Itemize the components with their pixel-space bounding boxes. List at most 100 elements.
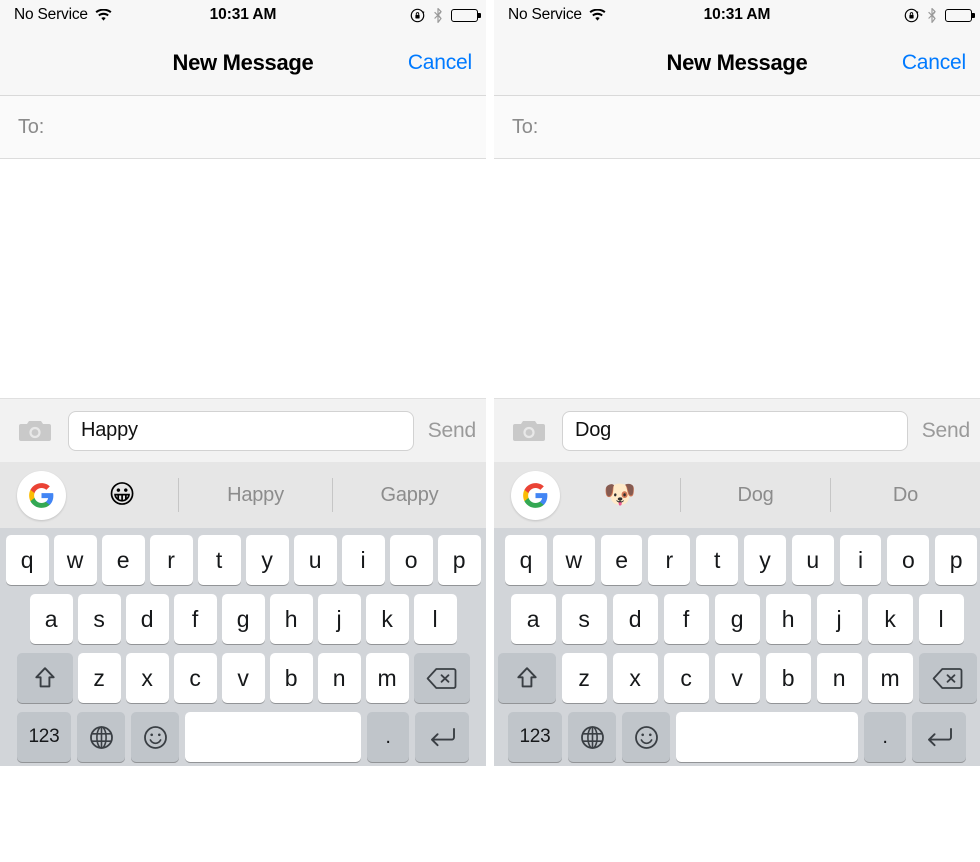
message-input-field[interactable]: Happy (68, 410, 414, 451)
key-n[interactable]: n (317, 653, 361, 703)
key-m[interactable]: m (365, 653, 409, 703)
key-b[interactable]: b (269, 653, 313, 703)
key-o[interactable]: o (887, 535, 930, 585)
key-z[interactable]: z (561, 653, 607, 703)
period-key[interactable]: . (864, 712, 906, 762)
space-key[interactable] (676, 712, 858, 762)
space-key[interactable] (185, 712, 361, 762)
key-t[interactable]: t (197, 535, 241, 585)
key-b[interactable]: b (765, 653, 811, 703)
numeric-key[interactable]: 123 (17, 712, 71, 762)
key-j[interactable]: j (816, 594, 862, 644)
backspace-key[interactable] (918, 653, 977, 703)
key-d[interactable]: d (125, 594, 169, 644)
send-button[interactable]: Send (428, 419, 476, 443)
bluetooth-icon (433, 7, 443, 23)
key-x[interactable]: x (125, 653, 169, 703)
key-w[interactable]: w (552, 535, 595, 585)
return-key[interactable] (415, 712, 469, 762)
key-j[interactable]: j (317, 594, 361, 644)
message-input-value: Dog (575, 419, 612, 441)
return-icon (927, 727, 952, 746)
emoji-smiley-icon (143, 725, 167, 749)
key-z[interactable]: z (77, 653, 121, 703)
key-t[interactable]: t (696, 535, 738, 585)
key-a[interactable]: a (510, 594, 556, 644)
suggestion-word-1[interactable]: Dog (681, 484, 830, 507)
key-r[interactable]: r (648, 535, 691, 585)
suggestion-word-2[interactable]: Gappy (333, 484, 486, 507)
key-g[interactable]: g (221, 594, 265, 644)
key-m[interactable]: m (867, 653, 913, 703)
status-bar-right (410, 7, 481, 23)
key-l[interactable]: l (413, 594, 457, 644)
keyboard-row-4: 123 . (494, 712, 980, 762)
key-c[interactable]: c (663, 653, 709, 703)
keyboard-row-1: q w e r t y u i o p (494, 535, 980, 585)
numeric-key[interactable]: 123 (508, 712, 562, 762)
key-x[interactable]: x (612, 653, 658, 703)
suggestion-emoji[interactable]: 😀 (66, 482, 178, 508)
google-logo-icon[interactable] (511, 470, 560, 520)
emoji-key[interactable] (131, 712, 179, 762)
rotation-lock-icon (904, 8, 919, 23)
key-f[interactable]: f (173, 594, 217, 644)
key-f[interactable]: f (663, 594, 709, 644)
period-key[interactable]: . (367, 712, 409, 762)
backspace-key[interactable] (413, 653, 470, 703)
key-w[interactable]: w (53, 535, 97, 585)
key-i[interactable]: i (341, 535, 385, 585)
suggestion-word-1[interactable]: Happy (179, 484, 332, 507)
globe-key[interactable] (568, 712, 616, 762)
key-c[interactable]: c (173, 653, 217, 703)
message-input-field[interactable]: Dog (562, 410, 908, 451)
navigation-bar: New Message Cancel (494, 30, 980, 96)
suggestion-word-2[interactable]: Do (831, 484, 980, 507)
key-v[interactable]: v (714, 653, 760, 703)
key-s[interactable]: s (77, 594, 121, 644)
shift-key[interactable] (16, 653, 73, 703)
key-r[interactable]: r (149, 535, 193, 585)
key-o[interactable]: o (389, 535, 433, 585)
key-y[interactable]: y (743, 535, 786, 585)
keyboard-row-3: z x c v b n m (494, 653, 980, 703)
key-p[interactable]: p (935, 535, 977, 585)
key-l[interactable]: l (918, 594, 964, 644)
key-e[interactable]: e (101, 535, 145, 585)
key-n[interactable]: n (816, 653, 862, 703)
key-p[interactable]: p (437, 535, 481, 585)
key-a[interactable]: a (29, 594, 73, 644)
page-title: New Message (172, 49, 314, 75)
key-k[interactable]: k (365, 594, 409, 644)
return-key[interactable] (912, 712, 966, 762)
status-bar-right (904, 7, 975, 23)
key-q[interactable]: q (5, 535, 49, 585)
key-i[interactable]: i (839, 535, 882, 585)
globe-key[interactable] (77, 712, 125, 762)
send-button[interactable]: Send (922, 419, 970, 443)
suggestion-emoji[interactable]: 🐶 (560, 482, 680, 508)
key-e[interactable]: e (600, 535, 643, 585)
emoji-key[interactable] (622, 712, 670, 762)
key-u[interactable]: u (293, 535, 337, 585)
key-v[interactable]: v (221, 653, 265, 703)
key-s[interactable]: s (561, 594, 607, 644)
camera-icon[interactable] (18, 418, 52, 444)
camera-icon[interactable] (512, 418, 546, 444)
key-k[interactable]: k (867, 594, 913, 644)
key-y[interactable]: y (245, 535, 289, 585)
key-u[interactable]: u (791, 535, 834, 585)
key-h[interactable]: h (765, 594, 811, 644)
shift-key[interactable] (497, 653, 556, 703)
cancel-button[interactable]: Cancel (408, 51, 472, 75)
message-input-value: Happy (81, 419, 138, 441)
recipient-field[interactable]: To: (494, 96, 980, 159)
key-d[interactable]: d (612, 594, 658, 644)
key-g[interactable]: g (714, 594, 760, 644)
key-q[interactable]: q (505, 535, 547, 585)
google-logo-icon[interactable] (17, 470, 66, 520)
cancel-button[interactable]: Cancel (902, 51, 966, 75)
recipient-field[interactable]: To: (0, 96, 486, 159)
suggestion-bar: 🐶 Dog Do (494, 462, 980, 528)
key-h[interactable]: h (269, 594, 313, 644)
